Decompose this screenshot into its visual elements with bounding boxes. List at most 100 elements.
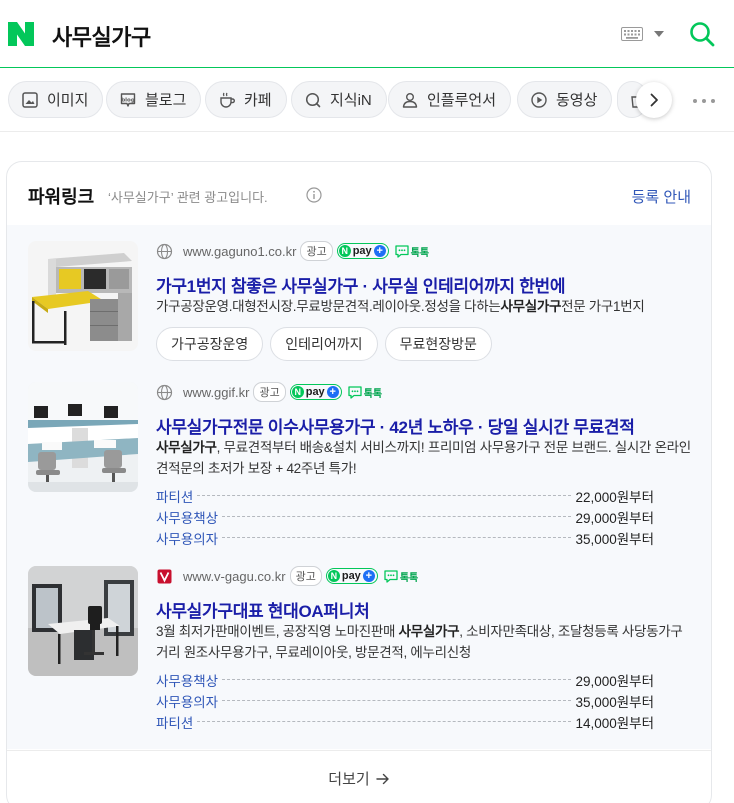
tab-image[interactable]: 이미지 — [8, 81, 104, 118]
ad-desc-keyword: 사무실가구 — [398, 624, 460, 639]
ad-thumbnail[interactable] — [28, 566, 138, 676]
blog-icon: blog — [120, 92, 136, 107]
dotted-leader — [197, 495, 572, 496]
price-item-name[interactable]: 사무용책상 — [156, 670, 218, 690]
register-guide-link[interactable]: 등록 안내 — [632, 186, 691, 207]
ad-meta: www.gaguno1.co.kr 광고 N pay + 톡톡 — [156, 241, 429, 261]
search-query[interactable]: 사무실가구 — [52, 20, 151, 52]
ad-title[interactable]: 사무실가구전문 이수사무용가구 · 42년 노하우 · 당일 실시간 무료견적 — [156, 413, 635, 438]
ad-url[interactable]: www.gaguno1.co.kr — [183, 244, 296, 259]
price-item-name[interactable]: 파티션 — [156, 712, 193, 732]
power-link-subtitle: ‘사무실가구’ 관련 광고입니다. — [108, 190, 268, 205]
ad-thumbnail[interactable] — [28, 382, 138, 492]
price-row: 사무용의자 35,000원부터 — [156, 527, 654, 548]
ad-url[interactable]: www.v-gagu.co.kr — [183, 569, 286, 584]
chevron-right-icon — [650, 93, 658, 107]
tab-influencer[interactable]: 인플루언서 — [388, 81, 512, 118]
power-link-title: 파워링크 — [28, 187, 95, 207]
more-button[interactable]: 더보기 — [7, 750, 711, 803]
tab-label: 인플루언서 — [427, 92, 497, 109]
kin-icon — [305, 92, 321, 107]
npay-text: pay — [341, 570, 361, 582]
search-tabs: 이미지 blog 블로그 카페 지식iN 인플루언서 동영상 — [0, 68, 734, 132]
talktalk-icon[interactable] — [348, 385, 362, 399]
tab-blog[interactable]: blog 블로그 — [106, 81, 202, 118]
npay-plus-icon: + — [362, 570, 375, 582]
chevron-down-icon[interactable] — [654, 31, 664, 38]
ad-item: www.gaguno1.co.kr 광고 N pay + 톡톡 가구1번지 참좋… — [7, 241, 711, 361]
ad-item: www.v-gagu.co.kr 광고 N pay + 톡톡 사무실가구대표 현… — [7, 566, 711, 736]
info-icon[interactable] — [306, 187, 322, 203]
talktalk-label[interactable]: 톡톡 — [364, 385, 382, 400]
dotted-leader — [222, 537, 572, 538]
sitelink-chip[interactable]: 인테리어까지 — [270, 327, 378, 361]
search-icon[interactable] — [689, 21, 715, 47]
price-row: 파티션 14,000원부터 — [156, 711, 654, 732]
price-item-name[interactable]: 파티션 — [156, 486, 193, 506]
tab-cafe[interactable]: 카페 — [205, 81, 287, 118]
npay-text: pay — [352, 245, 372, 257]
npay-badge: N pay + — [289, 384, 342, 400]
more-dots-icon[interactable] — [692, 98, 716, 104]
price-row: 파티션 22,000원부터 — [156, 485, 654, 506]
play-icon — [531, 91, 547, 108]
price-item-value: 35,000원부터 — [575, 694, 654, 710]
tabs-next-button[interactable] — [636, 82, 672, 118]
price-row: 사무용의자 35,000원부터 — [156, 690, 654, 711]
ad-desc-text: 가구공장운영.대형전시장.무료방문견적.레이아웃.정성을 다하는 — [156, 299, 501, 314]
power-link-header: 파워링크 ‘사무실가구’ 관련 광고입니다. 등록 안내 — [7, 162, 711, 224]
sitelink-chip[interactable]: 가구공장운영 — [156, 327, 264, 361]
keyboard-icon[interactable] — [621, 27, 643, 41]
npay-n: N — [338, 245, 351, 257]
ad-desc-text: 전문 가구1번지 — [561, 299, 645, 314]
ad-thumbnail[interactable] — [28, 241, 138, 351]
talktalk-icon[interactable] — [395, 244, 409, 258]
ad-description: 사무실가구, 무료견적부터 배송&설치 서비스까지! 프리미엄 사무용가구 전문… — [156, 437, 692, 479]
ad-desc-text: 3월 최저가판매이벤트, 공장직영 노마진판매 — [156, 624, 399, 639]
price-item-value: 22,000원부터 — [575, 489, 654, 505]
talktalk-icon[interactable] — [384, 569, 398, 583]
npay-badge: N pay + — [325, 568, 378, 584]
npay-badge: N pay + — [336, 243, 389, 259]
ad-title[interactable]: 가구1번지 참좋은 사무실가구 · 사무실 인테리어까지 한번에 — [156, 272, 566, 297]
globe-icon — [156, 384, 173, 400]
image-icon — [22, 91, 38, 108]
person-icon — [402, 92, 418, 108]
ad-list: www.gaguno1.co.kr 광고 N pay + 톡톡 가구1번지 참좋… — [7, 225, 711, 749]
tab-video[interactable]: 동영상 — [517, 81, 613, 118]
npay-n: N — [291, 386, 304, 398]
tab-kin[interactable]: 지식iN — [291, 81, 387, 118]
ad-title[interactable]: 사무실가구대표 현대OA퍼니처 — [156, 597, 370, 622]
ad-price-list: 사무용책상 29,000원부터 사무용의자 35,000원부터 파티션 14,000원… — [156, 669, 654, 732]
dotted-leader — [222, 516, 572, 517]
npay-n: N — [327, 570, 340, 582]
ad-badge: 광고 — [300, 241, 333, 261]
search-header: 사무실가구 — [0, 0, 734, 68]
ad-description: 3월 최저가판매이벤트, 공장직영 노마진판매 사무실가구, 소비자만족대상, … — [156, 621, 692, 663]
naver-logo[interactable] — [8, 22, 34, 46]
dotted-leader — [197, 721, 572, 722]
talktalk-label[interactable]: 톡톡 — [411, 244, 429, 259]
ad-badge: 광고 — [253, 382, 286, 402]
tab-label: 카페 — [244, 92, 272, 109]
ad-meta: www.ggif.kr 광고 N pay + 톡톡 — [156, 382, 382, 402]
dotted-leader — [222, 700, 572, 701]
svg-text:blog: blog — [121, 97, 135, 103]
price-item-name[interactable]: 사무용의자 — [156, 528, 218, 548]
more-button-label: 더보기 — [328, 771, 370, 788]
price-item-name[interactable]: 사무용의자 — [156, 691, 218, 711]
arrow-right-icon — [376, 773, 389, 784]
ad-url[interactable]: www.ggif.kr — [183, 385, 249, 400]
talktalk-label[interactable]: 톡톡 — [400, 569, 418, 584]
sitelink-chip[interactable]: 무료현장방문 — [384, 327, 492, 361]
power-link-section: 파워링크 ‘사무실가구’ 관련 광고입니다. 등록 안내 www.gaguno1… — [6, 161, 712, 803]
tab-label: 지식iN — [330, 92, 372, 109]
price-item-name[interactable]: 사무용책상 — [156, 507, 218, 527]
tab-label: 이미지 — [47, 92, 89, 109]
tab-label: 블로그 — [145, 92, 187, 109]
office-desk-image — [28, 241, 138, 351]
npay-text: pay — [305, 386, 325, 398]
npay-plus-icon: + — [326, 386, 339, 398]
npay-plus-icon: + — [373, 245, 386, 257]
ad-meta: www.v-gagu.co.kr 광고 N pay + 톡톡 — [156, 566, 418, 586]
